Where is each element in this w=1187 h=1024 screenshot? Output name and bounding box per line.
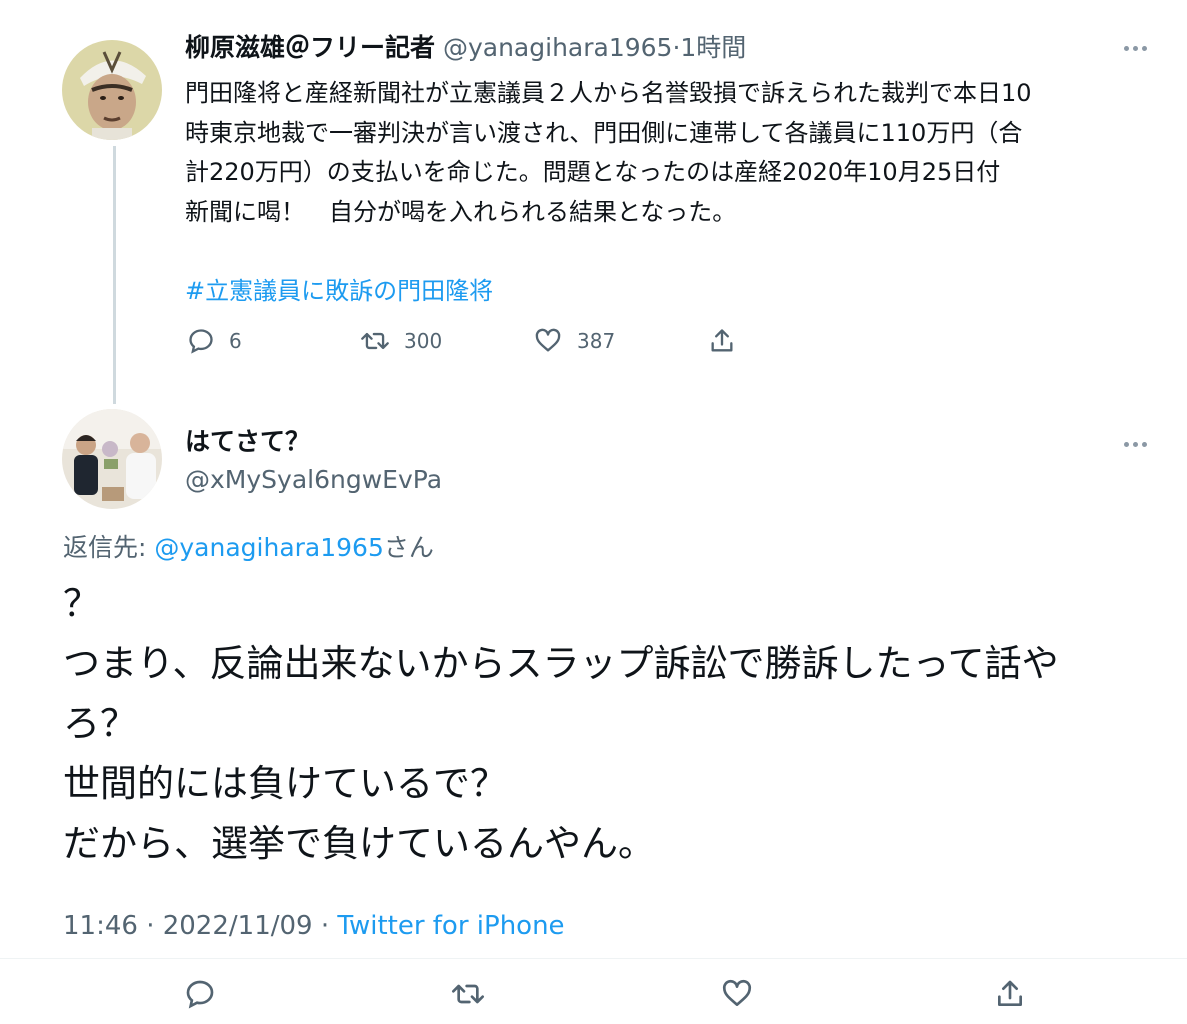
tweet1-like-button[interactable]: 387 [533, 327, 615, 355]
reply-share-button[interactable] [994, 978, 1026, 1010]
meta-divider [0, 958, 1187, 959]
reply-reply-button[interactable] [184, 978, 216, 1010]
reply-text: ？ つまり、反論出来ないからスラップ訴訟で勝訴したって話や ろ？ 世間的には負け… [63, 582, 1059, 865]
tweet1-reply-button[interactable]: 6 [187, 327, 242, 355]
reply-author-handle[interactable]: @xMySyal6ngwEvPa [185, 462, 442, 498]
reply-like-button[interactable] [720, 978, 754, 1010]
reply-icon [186, 980, 214, 1009]
reply-retweet-button[interactable] [450, 978, 486, 1010]
tweet1-hashtag[interactable]: #立憲議員に敗訴の門田隆将 [185, 273, 493, 309]
tweet1-author-name[interactable]: 柳原滋雄＠フリー記者 [185, 33, 435, 62]
retweet-icon [361, 332, 389, 350]
reply-author-name[interactable]: はてさて？ [185, 424, 310, 460]
thread-line [113, 146, 116, 404]
replying-to-handle[interactable]: @yanagihara1965 [154, 533, 383, 562]
reply-meta: 11:46 · 2022/11/09 · Twitter for iPhone [63, 908, 565, 944]
tweet2-more-icon[interactable] [1124, 442, 1147, 447]
tweet1-author-handle[interactable]: @yanagihara1965 [443, 33, 672, 62]
tweet1-time[interactable]: 1時間 [680, 33, 746, 62]
reply-timestamp[interactable]: 11:46 · 2022/11/09 · [63, 911, 337, 941]
tweet1-like-count: 387 [577, 329, 616, 353]
share-icon [711, 329, 733, 352]
tweet1-header: 柳原滋雄＠フリー記者 @yanagihara1965·1時間 [185, 30, 746, 66]
tweet1-retweet-button[interactable]: 300 [360, 327, 442, 355]
reply-source[interactable]: Twitter for iPhone [337, 911, 564, 941]
tweet1-retweet-count: 300 [404, 329, 443, 353]
replying-to: 返信先: @yanagihara1965さん [63, 530, 434, 566]
tweet1-text: 門田隆将と産経新聞社が立憲議員２人から名誉毀損で訴えられた裁判で本日10 時東京… [185, 79, 1032, 226]
replying-to-label: 返信先: [63, 533, 147, 562]
heart-icon [535, 328, 561, 352]
reply-author-avatar[interactable] [62, 409, 162, 509]
share-icon [998, 980, 1022, 1006]
reply-icon [189, 329, 213, 354]
replying-to-suffix: さん [383, 533, 434, 562]
tweet1-share-button[interactable] [708, 327, 736, 355]
tweet1-reply-count: 6 [229, 329, 242, 353]
author-avatar[interactable] [62, 40, 162, 140]
tweet1-more-icon[interactable] [1124, 46, 1147, 51]
retweet-icon [452, 984, 484, 1004]
heart-icon [722, 980, 752, 1006]
